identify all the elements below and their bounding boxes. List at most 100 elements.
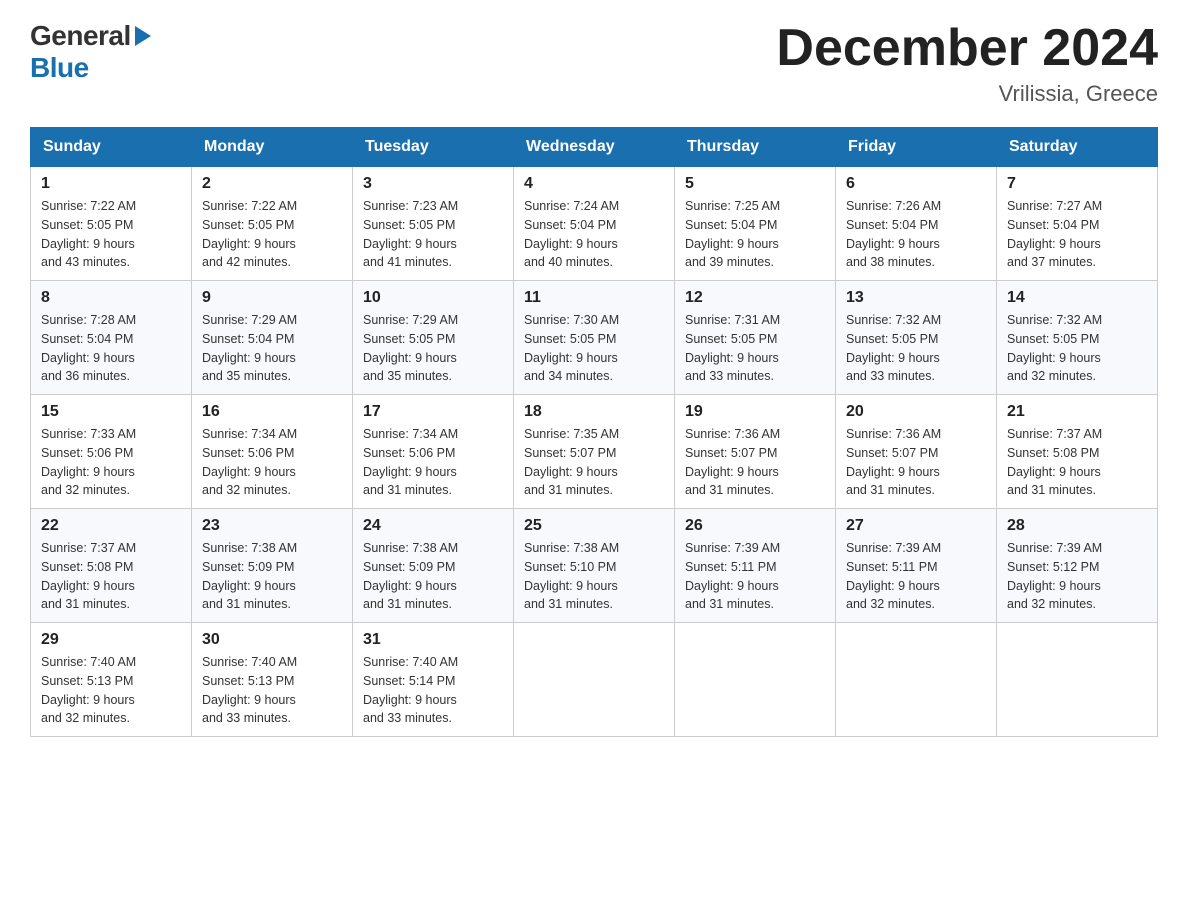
day-info: Sunrise: 7:24 AM Sunset: 5:04 PM Dayligh… (524, 197, 664, 272)
calendar-cell: 11 Sunrise: 7:30 AM Sunset: 5:05 PM Dayl… (514, 281, 675, 395)
calendar-cell: 2 Sunrise: 7:22 AM Sunset: 5:05 PM Dayli… (192, 167, 353, 281)
calendar-cell: 1 Sunrise: 7:22 AM Sunset: 5:05 PM Dayli… (31, 167, 192, 281)
calendar-cell: 22 Sunrise: 7:37 AM Sunset: 5:08 PM Dayl… (31, 509, 192, 623)
day-info: Sunrise: 7:34 AM Sunset: 5:06 PM Dayligh… (202, 425, 342, 500)
calendar-cell: 28 Sunrise: 7:39 AM Sunset: 5:12 PM Dayl… (997, 509, 1158, 623)
calendar-week-row: 8 Sunrise: 7:28 AM Sunset: 5:04 PM Dayli… (31, 281, 1158, 395)
calendar-cell: 16 Sunrise: 7:34 AM Sunset: 5:06 PM Dayl… (192, 395, 353, 509)
day-number: 9 (202, 289, 342, 307)
calendar-cell: 18 Sunrise: 7:35 AM Sunset: 5:07 PM Dayl… (514, 395, 675, 509)
day-info: Sunrise: 7:29 AM Sunset: 5:05 PM Dayligh… (363, 311, 503, 386)
day-info: Sunrise: 7:37 AM Sunset: 5:08 PM Dayligh… (41, 539, 181, 614)
day-number: 23 (202, 517, 342, 535)
weekday-header-sunday: Sunday (31, 128, 192, 167)
calendar-cell: 25 Sunrise: 7:38 AM Sunset: 5:10 PM Dayl… (514, 509, 675, 623)
weekday-header-tuesday: Tuesday (353, 128, 514, 167)
day-info: Sunrise: 7:40 AM Sunset: 5:14 PM Dayligh… (363, 653, 503, 728)
day-info: Sunrise: 7:22 AM Sunset: 5:05 PM Dayligh… (202, 197, 342, 272)
calendar-cell (836, 623, 997, 737)
logo-arrow-icon (133, 22, 153, 53)
day-info: Sunrise: 7:40 AM Sunset: 5:13 PM Dayligh… (41, 653, 181, 728)
weekday-header-friday: Friday (836, 128, 997, 167)
day-info: Sunrise: 7:39 AM Sunset: 5:11 PM Dayligh… (846, 539, 986, 614)
day-number: 3 (363, 175, 503, 193)
day-number: 16 (202, 403, 342, 421)
calendar-cell: 10 Sunrise: 7:29 AM Sunset: 5:05 PM Dayl… (353, 281, 514, 395)
page-header: General Blue December 2024 Vrilissia, Gr… (30, 20, 1158, 107)
calendar-cell: 20 Sunrise: 7:36 AM Sunset: 5:07 PM Dayl… (836, 395, 997, 509)
day-number: 13 (846, 289, 986, 307)
day-info: Sunrise: 7:25 AM Sunset: 5:04 PM Dayligh… (685, 197, 825, 272)
day-number: 6 (846, 175, 986, 193)
calendar-cell (514, 623, 675, 737)
day-number: 14 (1007, 289, 1147, 307)
calendar-cell: 5 Sunrise: 7:25 AM Sunset: 5:04 PM Dayli… (675, 167, 836, 281)
logo-blue-text: Blue (30, 52, 89, 83)
day-info: Sunrise: 7:32 AM Sunset: 5:05 PM Dayligh… (846, 311, 986, 386)
day-number: 30 (202, 631, 342, 649)
day-number: 17 (363, 403, 503, 421)
day-number: 15 (41, 403, 181, 421)
calendar-cell: 4 Sunrise: 7:24 AM Sunset: 5:04 PM Dayli… (514, 167, 675, 281)
day-number: 8 (41, 289, 181, 307)
day-info: Sunrise: 7:30 AM Sunset: 5:05 PM Dayligh… (524, 311, 664, 386)
calendar-cell: 6 Sunrise: 7:26 AM Sunset: 5:04 PM Dayli… (836, 167, 997, 281)
day-number: 12 (685, 289, 825, 307)
day-info: Sunrise: 7:32 AM Sunset: 5:05 PM Dayligh… (1007, 311, 1147, 386)
day-info: Sunrise: 7:35 AM Sunset: 5:07 PM Dayligh… (524, 425, 664, 500)
calendar-cell: 19 Sunrise: 7:36 AM Sunset: 5:07 PM Dayl… (675, 395, 836, 509)
day-info: Sunrise: 7:39 AM Sunset: 5:12 PM Dayligh… (1007, 539, 1147, 614)
calendar-cell: 3 Sunrise: 7:23 AM Sunset: 5:05 PM Dayli… (353, 167, 514, 281)
calendar-cell: 26 Sunrise: 7:39 AM Sunset: 5:11 PM Dayl… (675, 509, 836, 623)
calendar-cell: 9 Sunrise: 7:29 AM Sunset: 5:04 PM Dayli… (192, 281, 353, 395)
day-info: Sunrise: 7:34 AM Sunset: 5:06 PM Dayligh… (363, 425, 503, 500)
calendar-cell: 29 Sunrise: 7:40 AM Sunset: 5:13 PM Dayl… (31, 623, 192, 737)
calendar-cell (997, 623, 1158, 737)
calendar-cell: 17 Sunrise: 7:34 AM Sunset: 5:06 PM Dayl… (353, 395, 514, 509)
day-info: Sunrise: 7:38 AM Sunset: 5:09 PM Dayligh… (363, 539, 503, 614)
weekday-header-row: SundayMondayTuesdayWednesdayThursdayFrid… (31, 128, 1158, 167)
calendar-cell: 24 Sunrise: 7:38 AM Sunset: 5:09 PM Dayl… (353, 509, 514, 623)
calendar-cell: 14 Sunrise: 7:32 AM Sunset: 5:05 PM Dayl… (997, 281, 1158, 395)
day-info: Sunrise: 7:36 AM Sunset: 5:07 PM Dayligh… (846, 425, 986, 500)
day-number: 11 (524, 289, 664, 307)
day-number: 24 (363, 517, 503, 535)
calendar-cell: 27 Sunrise: 7:39 AM Sunset: 5:11 PM Dayl… (836, 509, 997, 623)
day-number: 20 (846, 403, 986, 421)
day-info: Sunrise: 7:27 AM Sunset: 5:04 PM Dayligh… (1007, 197, 1147, 272)
calendar-week-row: 29 Sunrise: 7:40 AM Sunset: 5:13 PM Dayl… (31, 623, 1158, 737)
day-number: 4 (524, 175, 664, 193)
day-number: 2 (202, 175, 342, 193)
calendar-week-row: 22 Sunrise: 7:37 AM Sunset: 5:08 PM Dayl… (31, 509, 1158, 623)
weekday-header-saturday: Saturday (997, 128, 1158, 167)
calendar-cell: 15 Sunrise: 7:33 AM Sunset: 5:06 PM Dayl… (31, 395, 192, 509)
calendar-week-row: 1 Sunrise: 7:22 AM Sunset: 5:05 PM Dayli… (31, 167, 1158, 281)
logo: General Blue (30, 20, 153, 84)
day-number: 25 (524, 517, 664, 535)
day-number: 10 (363, 289, 503, 307)
day-number: 22 (41, 517, 181, 535)
calendar-week-row: 15 Sunrise: 7:33 AM Sunset: 5:06 PM Dayl… (31, 395, 1158, 509)
weekday-header-wednesday: Wednesday (514, 128, 675, 167)
day-info: Sunrise: 7:37 AM Sunset: 5:08 PM Dayligh… (1007, 425, 1147, 500)
calendar-cell (675, 623, 836, 737)
day-number: 1 (41, 175, 181, 193)
day-info: Sunrise: 7:40 AM Sunset: 5:13 PM Dayligh… (202, 653, 342, 728)
logo-general-text: General (30, 20, 131, 52)
day-info: Sunrise: 7:38 AM Sunset: 5:09 PM Dayligh… (202, 539, 342, 614)
day-info: Sunrise: 7:22 AM Sunset: 5:05 PM Dayligh… (41, 197, 181, 272)
day-info: Sunrise: 7:29 AM Sunset: 5:04 PM Dayligh… (202, 311, 342, 386)
day-number: 7 (1007, 175, 1147, 193)
calendar-cell: 8 Sunrise: 7:28 AM Sunset: 5:04 PM Dayli… (31, 281, 192, 395)
day-info: Sunrise: 7:26 AM Sunset: 5:04 PM Dayligh… (846, 197, 986, 272)
day-info: Sunrise: 7:23 AM Sunset: 5:05 PM Dayligh… (363, 197, 503, 272)
weekday-header-monday: Monday (192, 128, 353, 167)
calendar-cell: 12 Sunrise: 7:31 AM Sunset: 5:05 PM Dayl… (675, 281, 836, 395)
month-title: December 2024 (776, 20, 1158, 77)
day-number: 19 (685, 403, 825, 421)
day-number: 21 (1007, 403, 1147, 421)
day-number: 26 (685, 517, 825, 535)
calendar-cell: 31 Sunrise: 7:40 AM Sunset: 5:14 PM Dayl… (353, 623, 514, 737)
day-info: Sunrise: 7:33 AM Sunset: 5:06 PM Dayligh… (41, 425, 181, 500)
day-number: 29 (41, 631, 181, 649)
